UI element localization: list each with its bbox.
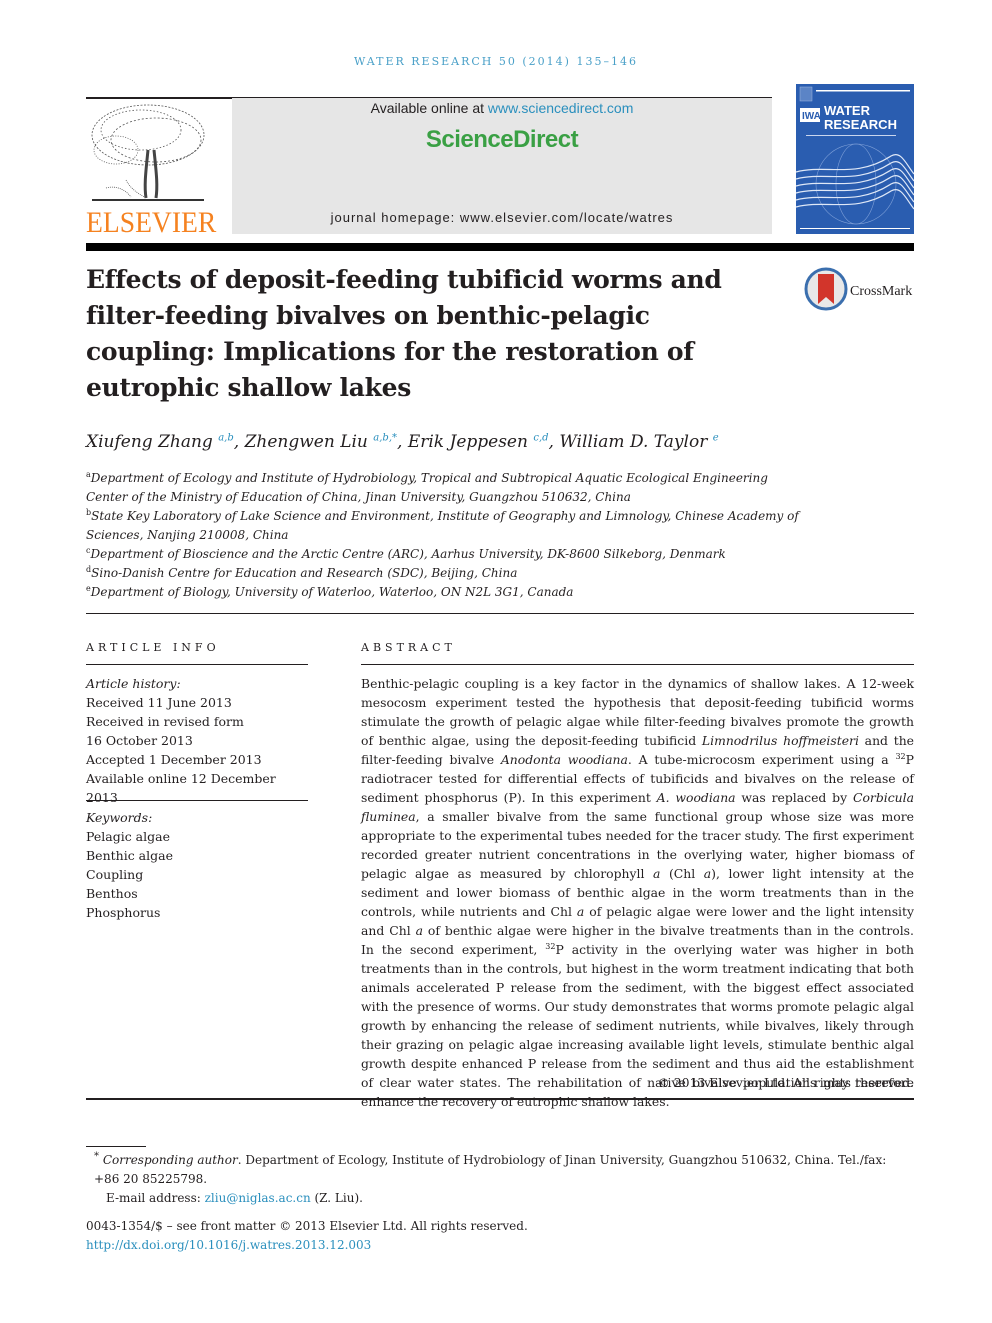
author-list: Xiufeng Zhang a,b, Zhengwen Liu a,b,*, E…: [86, 432, 719, 452]
sciencedirect-link[interactable]: www.sciencedirect.com: [488, 100, 634, 116]
article-info-rule: [86, 664, 308, 665]
author-affiliation-sup[interactable]: a,b,*: [373, 432, 397, 443]
abstract-paragraph: Benthic-pelagic coupling is a key factor…: [361, 674, 914, 1111]
elsevier-wordmark: ELSEVIER: [86, 206, 217, 239]
affiliations: aDepartment of Ecology and Institute of …: [86, 469, 806, 602]
author[interactable]: Xiufeng Zhang a,b: [86, 432, 234, 452]
abstract-bottom-rule: [86, 1098, 914, 1100]
abstract-body: Benthic-pelagic coupling is a key factor…: [361, 674, 914, 1111]
tree-icon: [91, 104, 205, 201]
abstract-copyright: © 2013 Elsevier Ltd. All rights reserved…: [657, 1075, 914, 1090]
cover-title-2: RESEARCH: [824, 117, 897, 132]
footnote-label: Corresponding author: [102, 1153, 238, 1167]
crossmark-button[interactable]: CrossMark: [804, 266, 919, 312]
italic-term: A. woodiana: [656, 790, 736, 805]
author-affiliation-sup[interactable]: e: [713, 432, 719, 443]
abstract-text: (Chl: [660, 866, 704, 881]
affiliation: aDepartment of Ecology and Institute of …: [86, 470, 768, 505]
abstract-text: . A tube-microcosm experiment using a: [627, 752, 896, 767]
history-item: Accepted 1 December 2013: [86, 752, 262, 767]
author-affiliation-sup[interactable]: c,d: [533, 432, 548, 443]
article-info-heading: ARTICLE INFO: [86, 641, 220, 654]
available-prefix: Available online at: [370, 100, 488, 116]
affiliation: bState Key Laboratory of Lake Science an…: [86, 508, 799, 543]
affiliation: cDepartment of Bioscience and the Arctic…: [86, 546, 726, 562]
journal-homepage[interactable]: journal homepage: www.elsevier.com/locat…: [232, 210, 772, 225]
keywords-rule: [86, 800, 308, 801]
article-title: Effects of deposit-feeding tubificid wor…: [86, 265, 722, 402]
keyword[interactable]: Benthos: [86, 884, 308, 903]
footnote-rule: [86, 1146, 146, 1147]
cover-title-1: WATER: [824, 103, 871, 118]
keywords-label: Keywords:: [86, 810, 153, 825]
keywords: Keywords: Pelagic algae Benthic algae Co…: [86, 808, 308, 922]
isotope-superscript: 32: [895, 751, 906, 761]
history-label: Article history:: [86, 676, 181, 691]
section-rule: [86, 613, 914, 614]
history-item: 16 October 2013: [86, 733, 193, 748]
affiliation: eDepartment of Biology, University of Wa…: [86, 584, 574, 600]
keyword[interactable]: Pelagic algae: [86, 827, 308, 846]
author[interactable]: Zhengwen Liu a,b,*: [245, 432, 397, 452]
isotope-superscript: 32: [545, 941, 556, 951]
history-item: Available online 12 December 2013: [86, 771, 276, 805]
abstract-heading: ABSTRACT: [361, 641, 456, 654]
affiliation: dSino-Danish Centre for Education and Re…: [86, 565, 518, 581]
history-item: Received in revised form: [86, 714, 244, 729]
history-item: Received 11 June 2013: [86, 695, 232, 710]
front-matter: 0043-1354/$ – see front matter © 2013 El…: [86, 1217, 914, 1255]
email-label: E-mail address:: [106, 1191, 205, 1205]
keyword[interactable]: Benthic algae: [86, 846, 308, 865]
italic-term: Anodonta woodiana: [500, 752, 628, 767]
journal-cover: IWA WATER RESEARCH: [795, 84, 915, 234]
running-head: WATER RESEARCH 50 (2014) 135–146: [354, 55, 638, 68]
email-suffix: (Z. Liu).: [310, 1191, 363, 1205]
svg-text:IWA: IWA: [802, 111, 821, 122]
doi-link[interactable]: http://dx.doi.org/10.1016/j.watres.2013.…: [86, 1238, 371, 1252]
footnote-marker: *: [94, 1151, 99, 1162]
italic-term: Limnodrilus hoffmeisteri: [701, 733, 859, 748]
crossmark-icon: [804, 267, 848, 311]
corresponding-footnote: * Corresponding author. Department of Ec…: [86, 1151, 914, 1208]
abstract-rule: [361, 664, 914, 665]
italic-term: a: [415, 923, 423, 938]
article-history: Article history: Received 11 June 2013 R…: [86, 674, 308, 807]
sciencedirect-logo: ScienceDirect: [425, 126, 579, 153]
issn-line: 0043-1354/$ – see front matter © 2013 El…: [86, 1219, 528, 1233]
cover-art-icon: IWA WATER RESEARCH: [795, 84, 915, 234]
abstract-text: was replaced by: [735, 790, 853, 805]
author-affiliation-sup[interactable]: a,b: [218, 432, 234, 443]
keyword[interactable]: Phosphorus: [86, 903, 308, 922]
author[interactable]: Erik Jeppesen c,d: [408, 432, 549, 452]
available-online: Available online at www.sciencedirect.co…: [232, 100, 772, 116]
header-thick-rule: [86, 243, 914, 251]
author[interactable]: William D. Taylor e: [559, 432, 718, 452]
crossmark-label: CrossMark: [850, 284, 912, 299]
keyword[interactable]: Coupling: [86, 865, 308, 884]
email-link[interactable]: zliu@niglas.ac.cn: [205, 1191, 311, 1205]
